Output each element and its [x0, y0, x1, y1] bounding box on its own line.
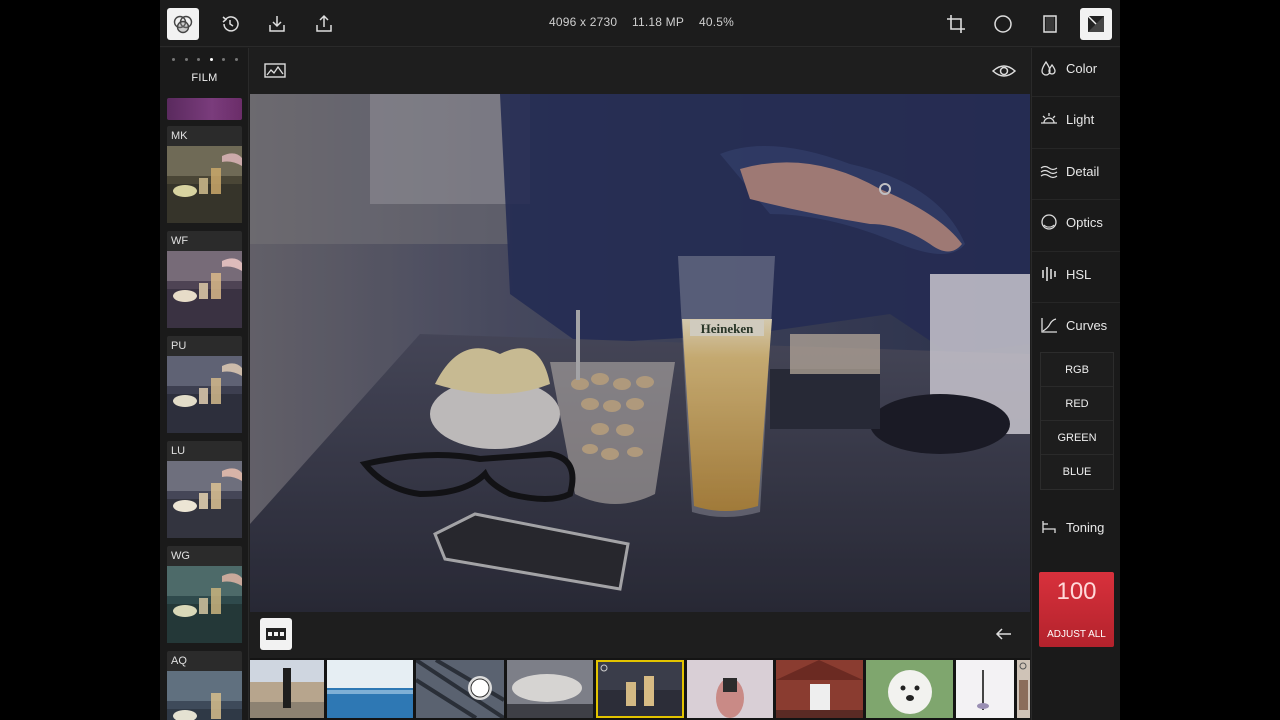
back-button[interactable]	[994, 626, 1014, 647]
curves-channel-green[interactable]: GREEN	[1041, 421, 1113, 455]
filter-thumb-partial[interactable]	[167, 98, 242, 120]
tool-label: Toning	[1066, 519, 1105, 535]
category-pager[interactable]	[172, 58, 238, 61]
eye-icon	[991, 65, 1017, 77]
filter-preset-wg[interactable]: WG	[167, 546, 242, 643]
tool-hsl[interactable]: HSL	[1040, 262, 1091, 286]
vignette-circle-icon	[994, 15, 1012, 33]
filter-preset-wf[interactable]: WF	[167, 231, 242, 328]
compare-button[interactable]	[1080, 8, 1112, 40]
compare-icon	[1087, 15, 1105, 33]
curves-channel-blue[interactable]: BLUE	[1041, 455, 1113, 489]
frame-button[interactable]	[1034, 8, 1066, 40]
tool-label: Light	[1066, 111, 1095, 127]
tool-toning[interactable]: Toning	[1040, 515, 1104, 539]
image-megapixels: 11.18 MP	[632, 15, 685, 29]
filmstrip-thumb-selected[interactable]	[596, 660, 684, 718]
tool-label: Color	[1066, 60, 1098, 76]
tool-curves[interactable]: Curves	[1040, 313, 1107, 337]
download-icon	[269, 16, 285, 32]
filmstrip-thumb[interactable]	[507, 660, 593, 718]
filmstrip-thumb[interactable]	[956, 660, 1014, 718]
filter-thumbnail	[167, 146, 242, 223]
top-toolbar: 4096 x 2730 11.18 MP 40.5%	[160, 0, 1120, 47]
tool-color[interactable]: Color	[1040, 56, 1097, 80]
filter-label: PU	[171, 340, 187, 352]
crop-icon	[947, 15, 965, 33]
zoom-level: 40.5%	[699, 15, 735, 29]
download-button[interactable]	[261, 8, 293, 40]
filter-category-label: FILM	[191, 72, 218, 84]
tool-detail[interactable]: Detail	[1040, 159, 1099, 183]
histogram-button[interactable]	[264, 62, 286, 85]
toning-icon	[1040, 518, 1058, 536]
filter-panel: FILM MK WF PU LU WG AQ	[160, 48, 249, 720]
filmstrip-thumb[interactable]	[250, 660, 324, 718]
canvas-footer	[250, 612, 1030, 658]
filter-preset-lu[interactable]: LU	[167, 441, 242, 538]
frame-icon	[1043, 15, 1057, 33]
filter-thumbnail	[167, 251, 242, 328]
curve-icon	[1040, 316, 1058, 334]
filmstrip-thumb[interactable]	[866, 660, 953, 718]
curves-channel-rgb[interactable]: RGB	[1041, 353, 1113, 387]
share-icon	[316, 14, 332, 32]
filter-label: MK	[171, 130, 188, 142]
filter-label: WF	[171, 235, 189, 247]
adjust-all-value: 100	[1056, 578, 1097, 605]
tool-label: Optics	[1066, 214, 1103, 230]
filmstrip-thumb[interactable]	[416, 660, 504, 718]
back-arrow-icon	[995, 628, 1011, 640]
tool-light[interactable]: Light	[1040, 107, 1094, 131]
filmstrip-thumb[interactable]	[327, 660, 413, 718]
filmstrip-thumb[interactable]	[687, 660, 773, 718]
tool-label: Detail	[1066, 163, 1100, 179]
filter-thumbnail	[167, 461, 242, 538]
tool-label: HSL	[1066, 266, 1092, 282]
filter-label: AQ	[171, 655, 187, 667]
photo-editor-app: 4096 x 2730 11.18 MP 40.5% FILM MK WF PU…	[160, 0, 1120, 720]
history-button[interactable]	[214, 8, 246, 40]
histogram-icon	[264, 63, 286, 78]
adjust-all-label: ADJUST ALL	[1047, 629, 1106, 640]
adjustments-panel: Color Light Detail Optics HSL Curves RGB…	[1031, 48, 1120, 720]
lens-icon	[1040, 213, 1058, 231]
droplets-icon	[1040, 59, 1058, 77]
filters-button[interactable]	[167, 8, 199, 40]
curves-channel-red[interactable]: RED	[1041, 387, 1113, 421]
adjust-all-button[interactable]: 100 ADJUST ALL	[1039, 572, 1114, 647]
image-dimensions: 4096 x 2730	[549, 15, 618, 29]
filter-label: LU	[171, 445, 186, 457]
filmstrip-thumb[interactable]	[1017, 660, 1030, 718]
filter-thumbnail	[167, 566, 242, 643]
photo-image: Heineken	[250, 94, 1030, 612]
waves-icon	[1040, 162, 1058, 180]
crop-button[interactable]	[940, 8, 972, 40]
preview-original-button[interactable]	[991, 62, 1017, 85]
sunrise-icon	[1040, 110, 1058, 128]
filmstrip	[250, 658, 1030, 720]
tool-label: Curves	[1066, 317, 1108, 333]
filter-preset-mk[interactable]: MK	[167, 126, 242, 223]
filmstrip-thumb[interactable]	[776, 660, 863, 718]
filters-icon	[173, 15, 193, 34]
filter-preset-aq[interactable]: AQ	[167, 651, 242, 720]
bars-icon	[1040, 265, 1058, 283]
vignette-button[interactable]	[987, 8, 1019, 40]
history-icon	[222, 16, 239, 32]
filmstrip-toggle-button[interactable]	[260, 618, 292, 650]
filter-label: WG	[171, 550, 190, 562]
curves-channel-list: RGB RED GREEN BLUE	[1040, 352, 1114, 490]
filter-thumbnail	[167, 356, 242, 433]
tool-optics[interactable]: Optics	[1040, 210, 1103, 234]
share-button[interactable]	[308, 8, 340, 40]
photo-canvas[interactable]: Heineken	[250, 94, 1030, 612]
filmstrip-icon	[266, 628, 286, 640]
filter-preset-pu[interactable]: PU	[167, 336, 242, 433]
filter-thumbnail	[167, 671, 242, 720]
canvas-header	[250, 48, 1030, 94]
